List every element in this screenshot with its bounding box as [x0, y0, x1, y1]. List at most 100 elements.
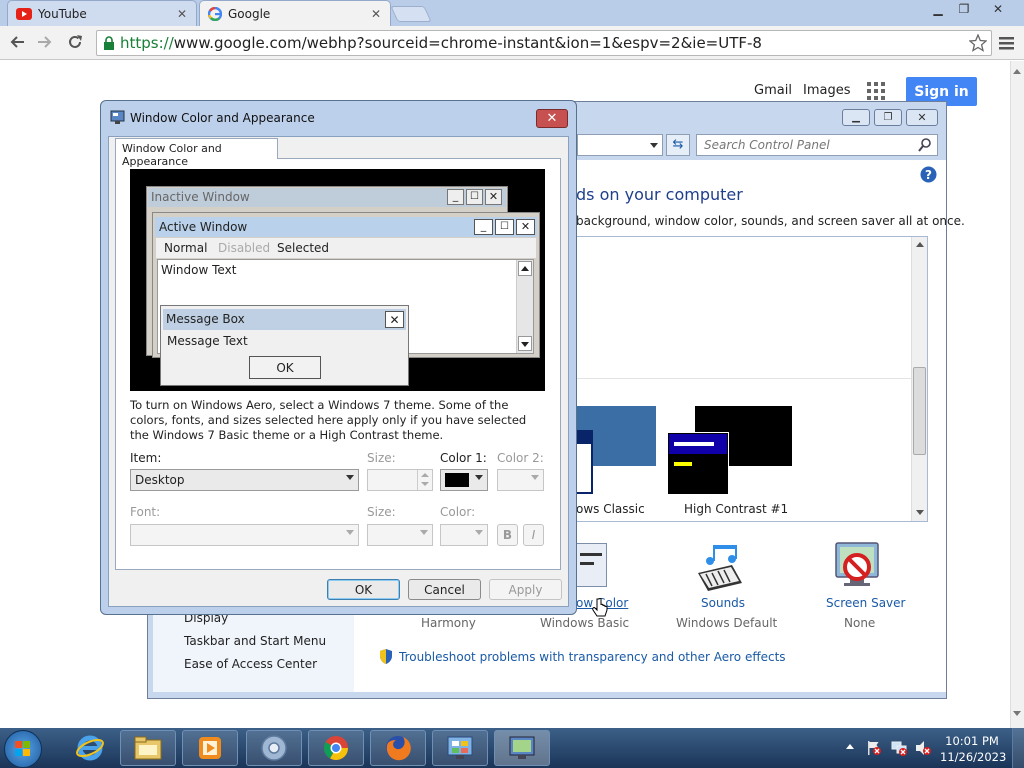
close-icon[interactable]: ✕ [176, 8, 188, 20]
refresh-icon[interactable]: ⇆ [666, 134, 690, 156]
divider [569, 378, 911, 379]
address-bar[interactable]: https://www.google.com/webhp?sourceid=ch… [96, 30, 992, 56]
forward-arrow-icon[interactable] [32, 29, 58, 55]
close-icon: ✕ [385, 311, 404, 328]
lock-icon [103, 36, 115, 50]
star-icon[interactable] [969, 34, 987, 52]
url-text: www.google.com/webhp?sourceid=chrome-ins… [173, 34, 762, 52]
screen-saver-icon[interactable] [832, 541, 882, 589]
chrome-menu-icon[interactable] [996, 30, 1018, 56]
dialog-title: Window Color and Appearance [130, 111, 315, 125]
close-icon[interactable]: ✕ [906, 109, 938, 126]
images-link[interactable]: Images [803, 83, 851, 98]
theme-classic-label: ows Classic [576, 502, 645, 516]
inactive-window-controls: _ ☐ ✕ [447, 189, 503, 205]
new-tab-button[interactable] [390, 6, 432, 22]
internet-explorer-icon[interactable] [62, 730, 118, 766]
cp-subtext: background, window color, sounds, and sc… [576, 214, 965, 228]
message-box-title: Message Box [166, 312, 245, 326]
nav-ease-of-access-link[interactable]: Ease of Access Center [184, 657, 317, 671]
screen-saver-link[interactable]: Screen Saver [826, 596, 905, 610]
help-icon[interactable]: ? [920, 166, 937, 183]
chrome-gray-icon[interactable] [246, 730, 302, 766]
page-scrollbar[interactable] [1010, 61, 1024, 728]
tab-title: YouTube [38, 6, 87, 21]
font-size-select[interactable] [367, 524, 433, 546]
nav-taskbar-link[interactable]: Taskbar and Start Menu [184, 634, 326, 648]
size-spinner[interactable] [367, 469, 433, 491]
chrome-icon[interactable] [308, 730, 364, 766]
bold-button[interactable]: B [497, 524, 518, 546]
show-hidden-icons-icon[interactable] [846, 744, 854, 749]
font-size-label: Size: [367, 505, 396, 519]
troubleshoot-link[interactable]: Troubleshoot problems with transparency … [379, 649, 786, 664]
control-panel-taskbar-icon[interactable] [432, 730, 488, 766]
aero-info-text: To turn on Windows Aero, select a Window… [130, 398, 527, 442]
windows-start-icon[interactable] [4, 730, 42, 768]
themes-scrollbar[interactable] [911, 237, 927, 521]
size-label: Size: [367, 451, 396, 465]
message-text: Message Text [167, 334, 248, 348]
reload-icon[interactable] [62, 29, 88, 55]
cp-address-bar[interactable] [577, 134, 663, 156]
google-g-icon [208, 6, 222, 21]
network-icon[interactable] [891, 740, 907, 756]
tab-youtube[interactable]: YouTube ✕ [7, 0, 197, 26]
window-color-sub: Windows Basic [540, 616, 630, 630]
sounds-icon[interactable] [694, 543, 746, 591]
back-arrow-icon[interactable] [4, 29, 30, 55]
sounds-link[interactable]: Sounds [701, 596, 745, 610]
item-select[interactable]: Desktop [130, 469, 359, 491]
media-player-icon[interactable] [182, 730, 238, 766]
minimize-icon[interactable]: ▁ [842, 109, 870, 126]
menu-disabled: Disabled [218, 241, 271, 255]
clock-date: 11/26/2023 [940, 750, 1007, 764]
harmony-label: Harmony [421, 616, 476, 630]
troubleshoot-text: Troubleshoot problems with transparency … [399, 649, 786, 664]
font-select[interactable] [130, 524, 359, 546]
apps-grid-icon[interactable] [867, 82, 885, 100]
tab-window-color-appearance[interactable]: Window Color and Appearance [115, 138, 278, 168]
ok-button[interactable]: OK [327, 579, 400, 600]
menu-selected: Selected [277, 241, 330, 255]
firefox-icon[interactable] [370, 730, 426, 766]
font-label: Font: [130, 505, 161, 519]
gmail-link[interactable]: Gmail [754, 83, 792, 98]
screen-saver-sub: None [844, 616, 876, 630]
close-window-icon[interactable]: ✕ [984, 1, 1012, 18]
color1-picker[interactable] [440, 469, 488, 491]
theme-high-contrast-label: High Contrast #1 [684, 502, 789, 516]
item-value: Desktop [135, 473, 185, 487]
svg-text:?: ? [925, 168, 932, 182]
cancel-button[interactable]: Cancel [408, 579, 481, 600]
preview-ok-button: OK [249, 356, 321, 379]
inactive-window-title: Inactive Window [151, 190, 250, 204]
file-explorer-icon[interactable] [120, 730, 176, 766]
tab-title: Google [228, 6, 271, 21]
color2-picker[interactable] [497, 469, 544, 491]
search-icon [918, 138, 931, 152]
taskbar-clock[interactable]: 10:01 PM 11/26/2023 [940, 733, 1007, 765]
clock-time: 10:01 PM [945, 734, 999, 748]
show-desktop-button[interactable] [1012, 728, 1024, 768]
volume-muted-icon[interactable] [915, 740, 931, 756]
restore-icon[interactable]: ❐ [874, 109, 902, 126]
window-color-icon[interactable] [573, 543, 607, 587]
url-scheme: https:// [120, 34, 174, 52]
italic-button[interactable]: I [523, 524, 544, 546]
hand-cursor-icon [592, 598, 608, 620]
apply-button[interactable]: Apply [489, 579, 562, 600]
window-text: Window Text [161, 263, 237, 277]
tab-google[interactable]: Google ✕ [199, 0, 391, 26]
font-color-picker[interactable] [440, 524, 488, 546]
display-settings-taskbar-icon[interactable] [494, 730, 550, 766]
search-control-panel-input[interactable]: Search Control Panel [696, 134, 938, 156]
close-icon[interactable]: ✕ [370, 8, 382, 20]
action-center-flag-icon[interactable] [866, 740, 882, 756]
minimize-icon[interactable]: ▁ [926, 1, 950, 18]
shield-icon [379, 649, 393, 664]
restore-icon[interactable]: ❐ [952, 1, 976, 18]
menu-normal: Normal [164, 241, 208, 255]
close-icon[interactable]: ✕ [536, 109, 568, 128]
themes-list[interactable] [568, 236, 928, 522]
